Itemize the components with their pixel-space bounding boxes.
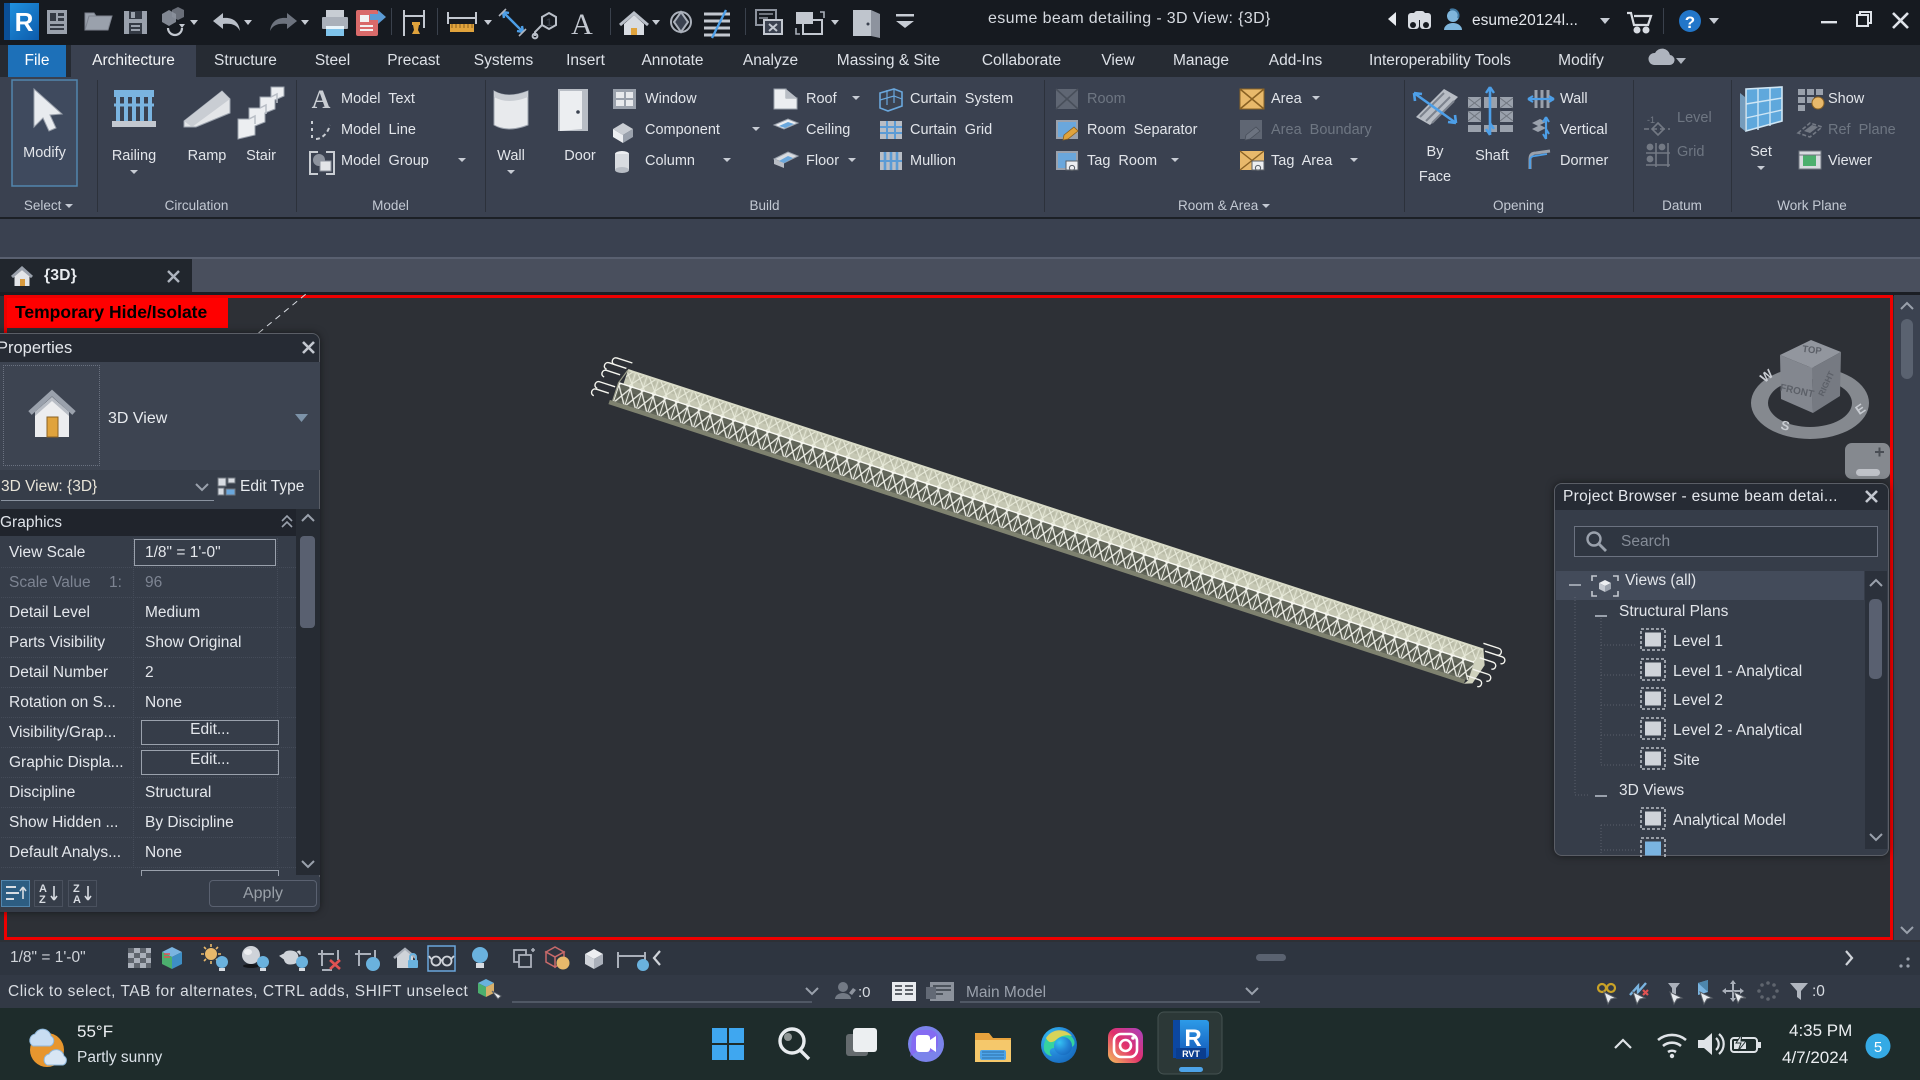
svg-text:R: R [1184, 1025, 1201, 1052]
svg-text:A: A [312, 85, 331, 114]
svg-text:1: 1 [546, 17, 552, 29]
svg-text:A: A [73, 894, 81, 906]
svg-text:Z: Z [39, 894, 46, 906]
svg-text:RVT: RVT [1182, 1049, 1200, 1059]
svg-text:5: 5 [1874, 1039, 1882, 1056]
svg-text:-1: -1 [1647, 115, 1655, 125]
svg-text:R: R [15, 7, 34, 37]
svg-text::0: :0 [858, 984, 871, 1001]
svg-text:?: ? [1685, 13, 1695, 32]
svg-text:A: A [571, 8, 593, 41]
